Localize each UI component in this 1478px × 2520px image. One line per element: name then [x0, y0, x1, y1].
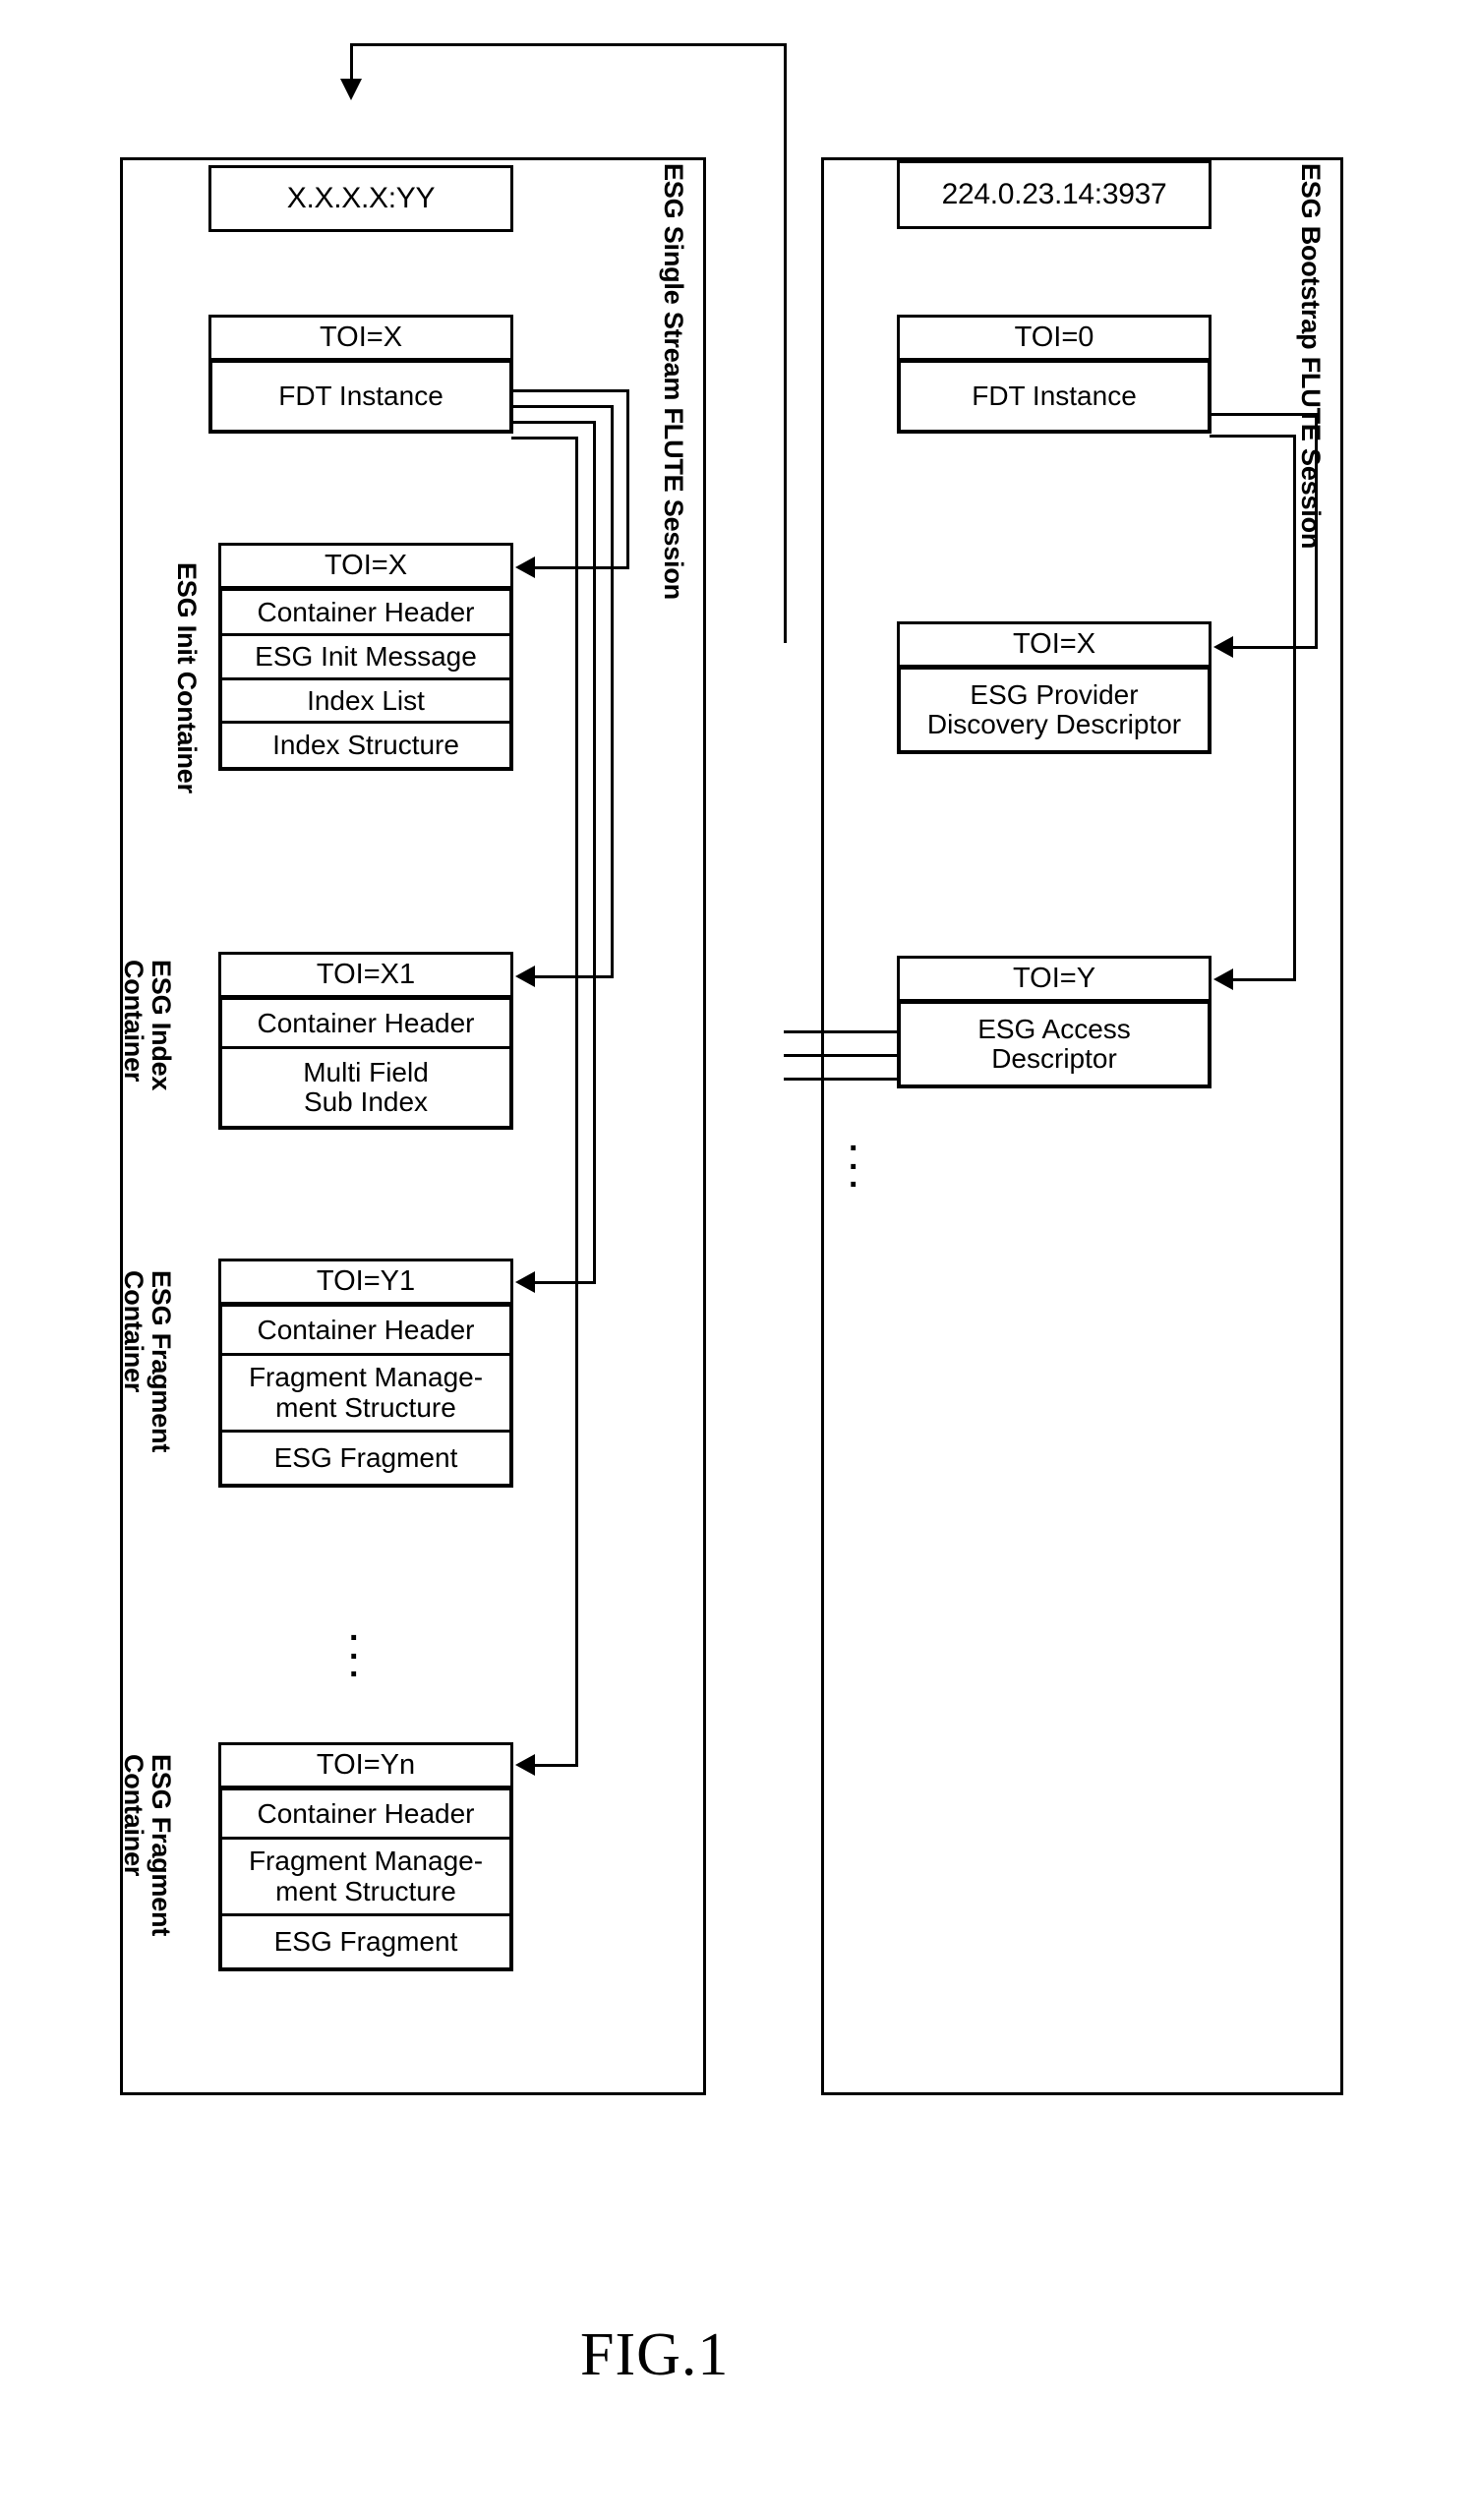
esg-fragment-1-body: Container Header Fragment Manage- ment S…: [218, 1304, 513, 1488]
arrow-left-icon-provider: [1213, 636, 1233, 658]
fdt-fanout-vertical-c: [593, 421, 596, 1282]
fdt-fanout-vertical-d: [575, 437, 578, 1764]
right-session-address-box: 224.0.23.14:3937: [897, 160, 1212, 229]
esg-access-descriptor-body: ESG Access Descriptor: [897, 1001, 1212, 1088]
right-fdt-fanout-line-b: [1210, 435, 1296, 438]
left-session-address-box: X.X.X.X:YY: [208, 165, 513, 232]
figure-caption: FIG.1: [580, 2321, 730, 2388]
fdt-fanout-line-a: [511, 389, 629, 392]
esg-fragment-1-row-0: Container Header: [222, 1307, 509, 1356]
esg-init-row-2: Index List: [222, 680, 509, 724]
esg-access-descriptor-block: TOI=Y ESG Access Descriptor: [897, 956, 1212, 1088]
right-fdt-fanout-vertical-b: [1293, 435, 1296, 981]
right-fdt-fanout-vertical-a: [1315, 413, 1318, 649]
esg-bootstrap-flute-session-label: ESG Bootstrap FLUTE Session: [1296, 163, 1326, 550]
esg-init-container-body: Container Header ESG Init Message Index …: [218, 588, 513, 771]
esg-index-container-label: ESG Index Container: [118, 960, 176, 1091]
right-fdt-toi-label: TOI=0: [897, 315, 1212, 360]
right-fdt-row-0: FDT Instance: [972, 381, 1137, 412]
esg-init-row-1: ESG Init Message: [222, 636, 509, 680]
fdt-fanout-line-b: [511, 405, 614, 408]
esg-fragment-1-toi-label: TOI=Y1: [218, 1259, 513, 1304]
esg-fragment-container-label-n: ESG Fragment Container: [118, 1754, 176, 1937]
esg-init-row-3: Index Structure: [272, 730, 459, 761]
esg-provider-discovery-block: TOI=X ESG Provider Discovery Descriptor: [897, 621, 1212, 754]
cross-link-line-2: [784, 1054, 900, 1057]
fdt-fanout-to-index: [521, 975, 614, 978]
feedback-line-right-vertical: [784, 43, 787, 643]
fdt-fanout-line-d: [511, 437, 578, 440]
esg-index-container-body: Container Header Multi Field Sub Index: [218, 997, 513, 1130]
arrow-left-icon-frag1: [515, 1271, 535, 1293]
left-fdt-block: TOI=X FDT Instance: [208, 315, 513, 434]
esg-fragment-n-row-0: Container Header: [222, 1790, 509, 1840]
esg-fragment-n-body: Container Header Fragment Manage- ment S…: [218, 1787, 513, 1971]
arrow-left-icon-access: [1213, 968, 1233, 990]
fdt-fanout-line-c: [511, 421, 596, 424]
cross-link-line-3: [784, 1078, 900, 1081]
arrow-left-icon-index: [515, 966, 535, 987]
esg-index-row-0: Container Header: [222, 1000, 509, 1049]
esg-fragment-container-block-n: TOI=Yn Container Header Fragment Manage-…: [218, 1742, 513, 1971]
right-fdt-body: FDT Instance: [897, 360, 1212, 434]
left-fdt-row-0: FDT Instance: [278, 381, 443, 412]
feedback-line-top: [350, 43, 787, 46]
arrow-left-icon-fragn: [515, 1754, 535, 1776]
esg-index-container-block: TOI=X1 Container Header Multi Field Sub …: [218, 952, 513, 1130]
esg-bootstrap-flute-session-panel: [821, 157, 1343, 2095]
esg-single-stream-flute-session-label: ESG Single Stream FLUTE Session: [659, 163, 688, 600]
esg-fragment-1-row-1: Fragment Manage- ment Structure: [222, 1356, 509, 1433]
left-fdt-body: FDT Instance: [208, 360, 513, 434]
fdt-fanout-vertical-a: [626, 389, 629, 568]
esg-fragment-container-block-1: TOI=Y1 Container Header Fragment Manage-…: [218, 1259, 513, 1488]
figure-canvas: ESG Single Stream FLUTE Session X.X.X.X:…: [0, 0, 1478, 2520]
right-session-ellipsis: ...: [849, 1121, 858, 1196]
esg-provider-discovery-toi-label: TOI=X: [897, 621, 1212, 667]
cross-link-line-1: [784, 1030, 900, 1033]
esg-index-row-1: Multi Field Sub Index: [303, 1056, 429, 1117]
fdt-fanout-vertical-b: [611, 405, 614, 977]
arrow-down-icon: [340, 79, 362, 100]
right-fdt-fanout-line-a: [1210, 413, 1318, 416]
left-fdt-toi-label: TOI=X: [208, 315, 513, 360]
esg-init-container-label: ESG Init Container: [172, 562, 202, 793]
arrow-left-icon-init: [515, 557, 535, 578]
esg-init-container-toi-label: TOI=X: [218, 543, 513, 588]
esg-access-descriptor-toi-label: TOI=Y: [897, 956, 1212, 1001]
esg-fragment-n-toi-label: TOI=Yn: [218, 1742, 513, 1787]
esg-access-descriptor-row-0: ESG Access Descriptor: [977, 1013, 1131, 1074]
esg-fragment-1-row-2: ESG Fragment: [273, 1442, 458, 1474]
esg-fragment-n-row-1: Fragment Manage- ment Structure: [222, 1840, 509, 1916]
esg-provider-discovery-body: ESG Provider Discovery Descriptor: [897, 667, 1212, 754]
esg-init-container-block: TOI=X Container Header ESG Init Message …: [218, 543, 513, 771]
esg-fragment-container-label-1: ESG Fragment Container: [118, 1270, 176, 1453]
right-fdt-fanout-to-provider: [1229, 646, 1318, 649]
right-fdt-fanout-to-access: [1229, 978, 1296, 981]
left-fragment-ellipsis: ...: [349, 1611, 359, 1685]
esg-fragment-n-row-2: ESG Fragment: [273, 1926, 458, 1958]
esg-init-row-0: Container Header: [222, 591, 509, 636]
right-fdt-block: TOI=0 FDT Instance: [897, 315, 1212, 434]
esg-index-container-toi-label: TOI=X1: [218, 952, 513, 997]
esg-provider-discovery-row-0: ESG Provider Discovery Descriptor: [926, 678, 1182, 739]
